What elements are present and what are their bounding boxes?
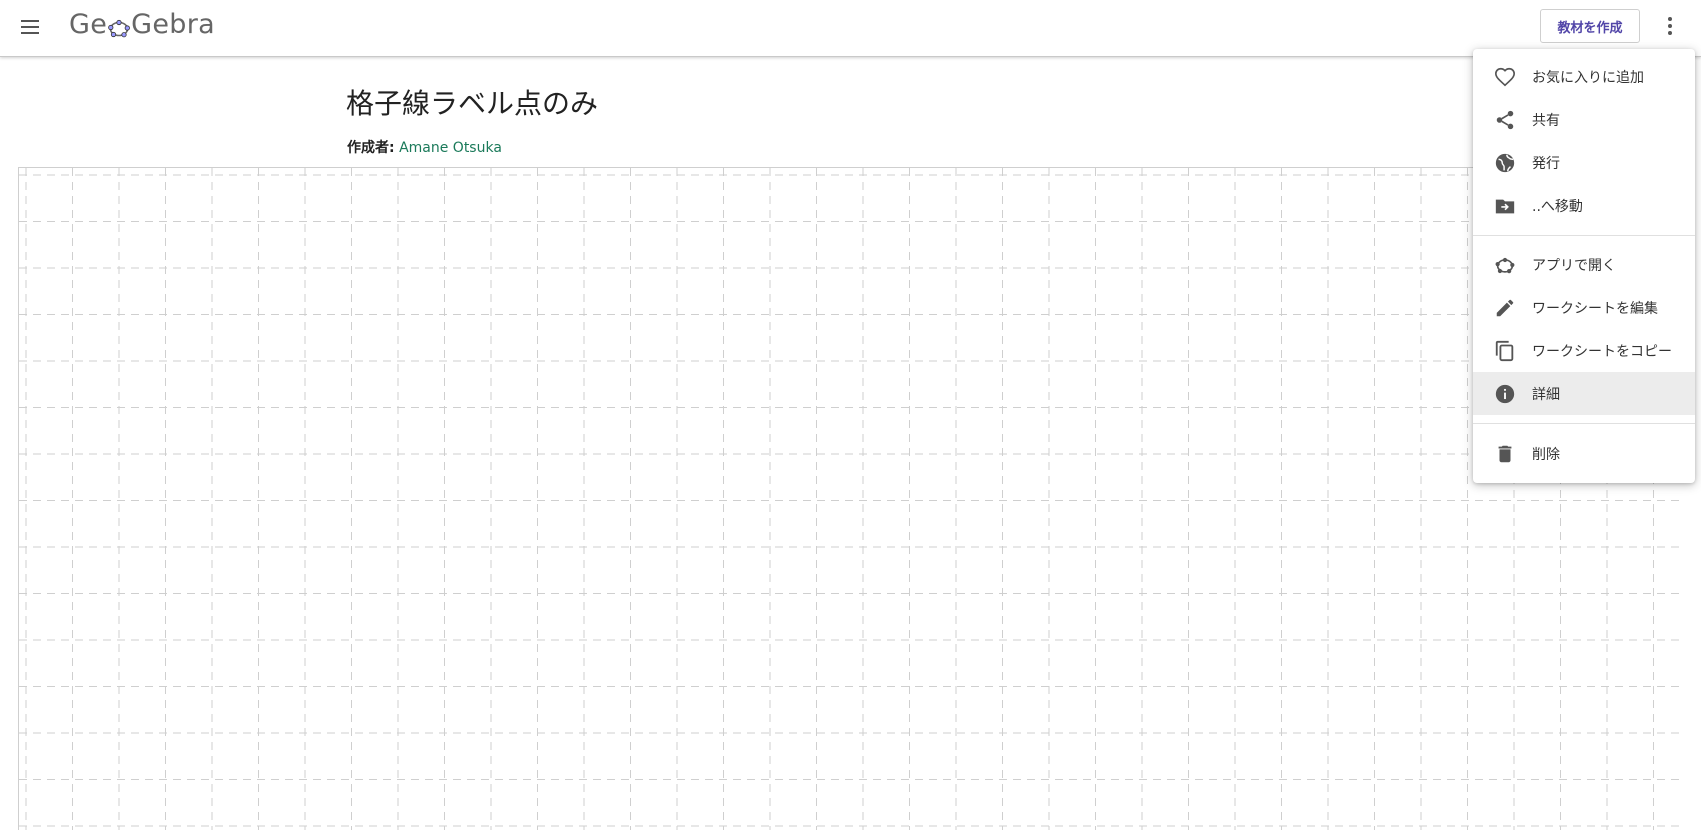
pencil-icon	[1494, 297, 1516, 319]
menu-item-label: 発行	[1532, 155, 1560, 172]
trash-icon	[1494, 443, 1516, 465]
page-title: 格子線ラベル点のみ	[346, 87, 599, 120]
menu-item-delete[interactable]: 削除	[1473, 432, 1695, 475]
menu-item-label: ..へ移動	[1532, 198, 1583, 215]
menu-divider	[1473, 235, 1695, 236]
logo-text-left: Ge	[69, 9, 108, 40]
menu-item-details[interactable]: 詳細	[1473, 372, 1695, 415]
menu-item-move[interactable]: ..へ移動	[1473, 184, 1695, 227]
author-line: 作成者: Amane Otsuka	[347, 137, 502, 157]
menu-item-copy-worksheet[interactable]: ワークシートをコピー	[1473, 329, 1695, 372]
graphics-view[interactable]	[18, 167, 1685, 830]
logo-text-right: Gebra	[131, 9, 215, 40]
menu-item-edit-worksheet[interactable]: ワークシートを編集	[1473, 286, 1695, 329]
menu-item-favorite[interactable]: お気に入りに追加	[1473, 55, 1695, 98]
menu-item-label: お気に入りに追加	[1532, 69, 1644, 86]
author-label: 作成者:	[347, 140, 395, 156]
geogebra-logo-icon	[108, 14, 131, 38]
menu-item-share[interactable]: 共有	[1473, 98, 1695, 141]
menu-item-label: ワークシートを編集	[1532, 300, 1658, 317]
menu-item-label: 共有	[1532, 112, 1560, 129]
menu-item-publish[interactable]: 発行	[1473, 141, 1695, 184]
copy-icon	[1494, 340, 1516, 362]
menu-item-label: ワークシートをコピー	[1532, 343, 1672, 360]
heart-outline-icon	[1494, 66, 1516, 88]
geogebra-app-icon	[1494, 254, 1516, 276]
overflow-menu: お気に入りに追加 共有 発行 ..へ移動 アプリで開く ワークシートを編集 ワー…	[1473, 49, 1695, 483]
author-link[interactable]: Amane Otsuka	[399, 140, 502, 156]
top-app-bar: Ge Gebra 教材を作成	[0, 0, 1701, 57]
grid-lines	[19, 168, 1685, 830]
folder-move-icon	[1494, 195, 1516, 217]
menu-item-label: 削除	[1532, 446, 1560, 463]
hamburger-menu-icon[interactable]	[18, 16, 44, 38]
menu-item-open-in-app[interactable]: アプリで開く	[1473, 243, 1695, 286]
menu-item-label: アプリで開く	[1532, 257, 1616, 274]
info-icon	[1494, 383, 1516, 405]
globe-icon	[1494, 152, 1516, 174]
create-material-button[interactable]: 教材を作成	[1540, 9, 1640, 43]
geogebra-logo[interactable]: Ge Gebra	[69, 8, 215, 42]
share-icon	[1494, 109, 1516, 131]
menu-item-label: 詳細	[1532, 386, 1560, 403]
more-vert-icon[interactable]	[1658, 12, 1682, 40]
menu-divider	[1473, 423, 1695, 424]
